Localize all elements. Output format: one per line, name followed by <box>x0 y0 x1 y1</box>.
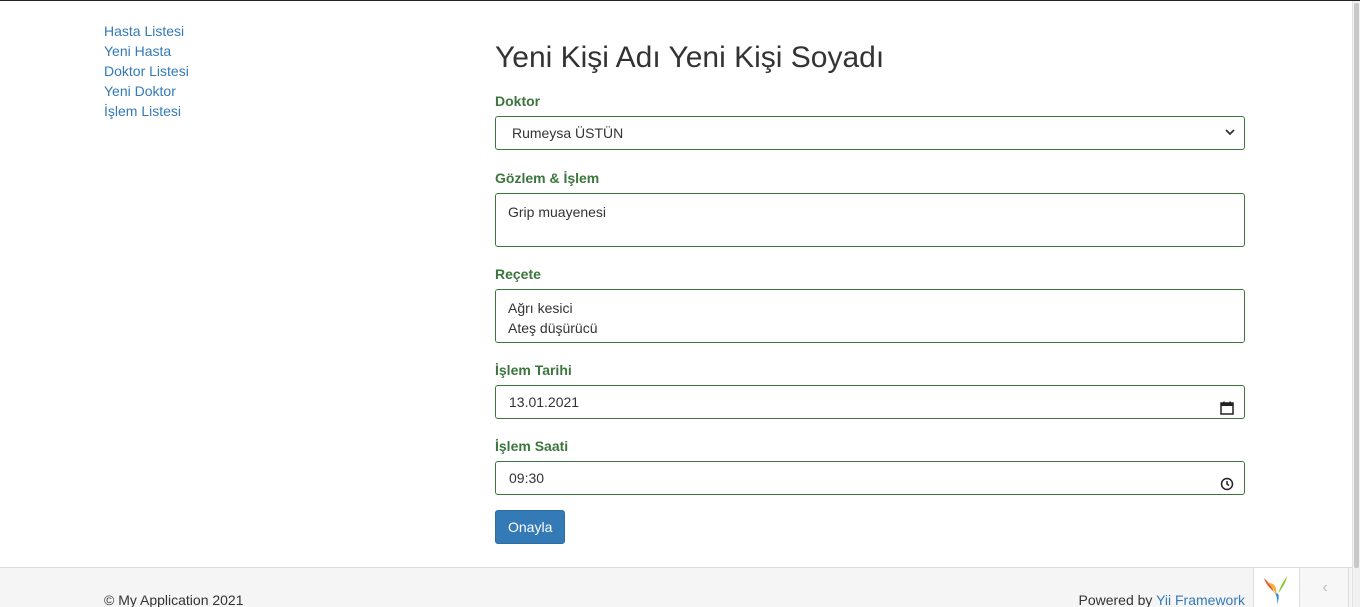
date-input[interactable]: 13.01.2021 <box>495 385 1245 419</box>
debug-toolbar: ‹ <box>1253 567 1349 607</box>
powered-by: Powered by Yii Framework <box>1078 592 1245 607</box>
prescription-textarea[interactable]: Ağrı kesici Ateş düşürücü <box>495 289 1245 343</box>
submit-button[interactable]: Onayla <box>495 510 566 544</box>
sidebar-item-doktor-listesi[interactable]: Doktor Listesi <box>104 61 304 81</box>
sidebar-item-islem-listesi[interactable]: İşlem Listesi <box>104 101 304 121</box>
observation-label: Gözlem & İşlem <box>495 170 600 186</box>
vertical-scrollbar[interactable] <box>1352 1 1360 607</box>
time-input[interactable]: 09:30 <box>495 461 1245 495</box>
time-label: İşlem Saati <box>495 438 569 454</box>
powered-prefix: Powered by <box>1078 592 1153 607</box>
observation-group: Gözlem & İşlem Grip muayenesi <box>495 168 1245 247</box>
date-label: İşlem Tarihi <box>495 362 572 378</box>
sidebar-item-hasta-listesi[interactable]: Hasta Listesi <box>104 21 304 41</box>
doctor-select-value: Rumeysa ÜSTÜN <box>512 125 624 141</box>
yii-logo-icon[interactable] <box>1254 568 1300 607</box>
calendar-icon[interactable] <box>1220 394 1234 415</box>
clock-icon[interactable] <box>1220 470 1234 491</box>
copyright-text: © My Application 2021 <box>104 592 244 607</box>
footer: © My Application 2021 Powered by Yii Fra… <box>0 567 1352 607</box>
prescription-group: Reçete Ağrı kesici Ateş düşürücü <box>495 264 1245 343</box>
submit-row: Onayla <box>495 510 1245 544</box>
date-input-value: 13.01.2021 <box>509 394 580 410</box>
prescription-label: Reçete <box>495 266 541 282</box>
toolbar-toggle-icon[interactable]: ‹ <box>1300 568 1350 607</box>
page-title: Yeni Kişi Adı Yeni Kişi Soyadı <box>495 41 885 74</box>
chevron-down-icon <box>1224 117 1236 161</box>
sidebar-item-yeni-doktor[interactable]: Yeni Doktor <box>104 81 304 101</box>
doctor-group: Doktor Rumeysa ÜSTÜN <box>495 91 1245 150</box>
doctor-label: Doktor <box>495 93 541 109</box>
page: Hasta Listesi Yeni Hasta Doktor Listesi … <box>0 0 1360 607</box>
scrollbar-thumb[interactable] <box>1354 3 1359 568</box>
observation-textarea[interactable]: Grip muayenesi <box>495 193 1245 247</box>
sidebar-item-yeni-hasta[interactable]: Yeni Hasta <box>104 41 304 61</box>
sidebar-menu: Hasta Listesi Yeni Hasta Doktor Listesi … <box>104 21 304 121</box>
time-input-value: 09:30 <box>509 470 545 486</box>
yii-framework-link[interactable]: Yii Framework <box>1156 592 1245 607</box>
date-group: İşlem Tarihi 13.01.2021 <box>495 360 1245 419</box>
doctor-select[interactable]: Rumeysa ÜSTÜN <box>495 116 1245 150</box>
main-content: Yeni Kişi Adı Yeni Kişi Soyadı Doktor Ru… <box>495 39 1245 544</box>
time-group: İşlem Saati 09:30 <box>495 436 1245 495</box>
